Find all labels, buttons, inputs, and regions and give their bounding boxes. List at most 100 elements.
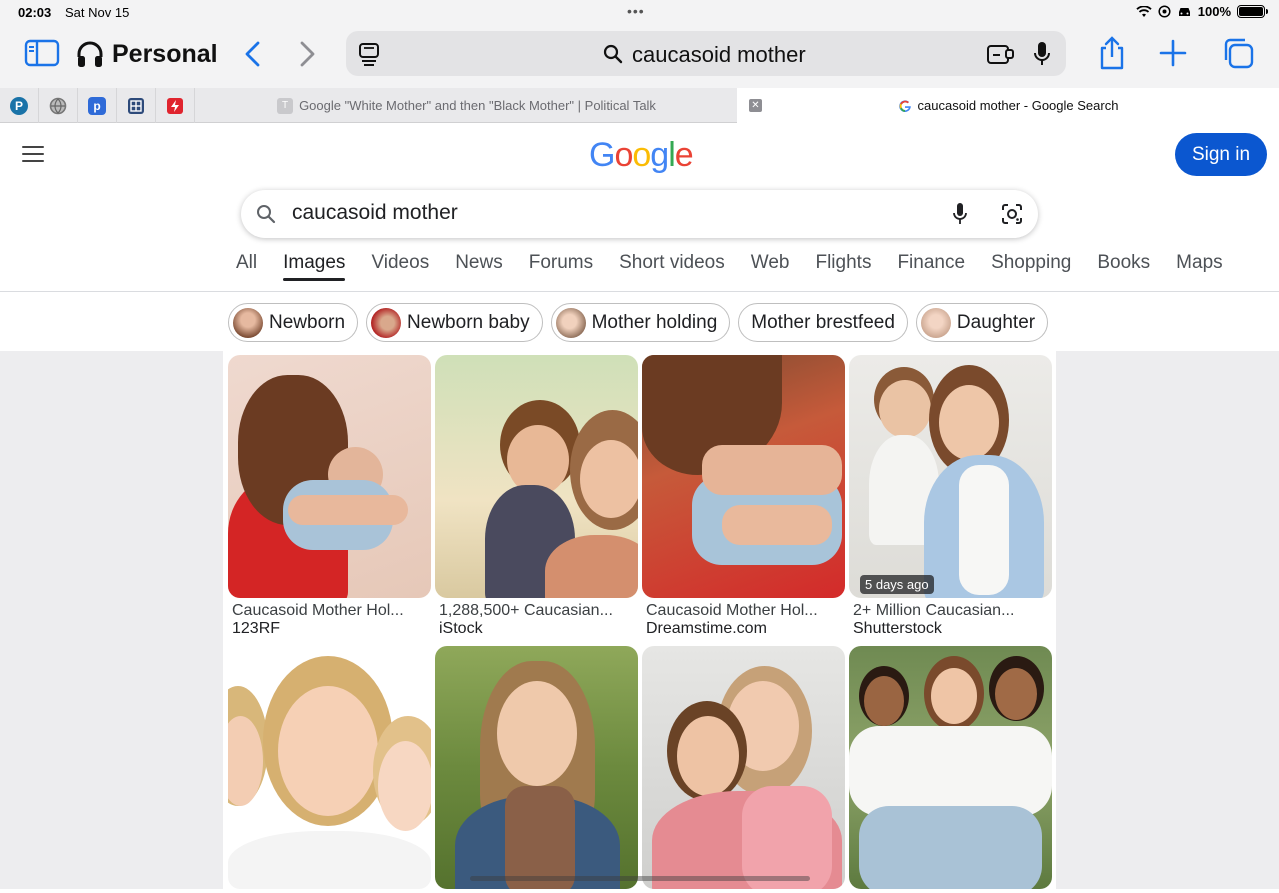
tab-shopping[interactable]: Shopping	[978, 252, 1084, 288]
result-source: Dreamstime.com	[646, 620, 767, 637]
chip-newborn[interactable]: Newborn	[228, 303, 359, 342]
tab-videos[interactable]: Videos	[358, 252, 442, 288]
chip-thumbnail	[920, 307, 951, 338]
chip-newborn-baby[interactable]: Newborn baby	[366, 303, 543, 342]
google-search-box[interactable]: caucasoid mother	[241, 190, 1038, 238]
flash-app-icon	[167, 97, 183, 114]
result-image[interactable]	[435, 646, 638, 889]
multitask-dots-icon[interactable]: •••	[627, 3, 645, 19]
wifi-icon	[1136, 5, 1152, 17]
globe-icon	[49, 97, 67, 114]
lens-search-icon[interactable]	[1001, 203, 1023, 225]
back-arrow-icon[interactable]	[240, 39, 266, 69]
chip-thumbnail	[555, 307, 586, 338]
browser-toolbar: Personal caucasoid mother	[0, 26, 1279, 88]
pinned-tab-p-round[interactable]: P	[0, 88, 39, 123]
tab-books[interactable]: Books	[1084, 252, 1163, 288]
tab-bar: P p T Google "White Mother" and then "Bl…	[0, 88, 1279, 123]
result-title: Caucasoid Mother Hol...	[232, 602, 404, 619]
tab-web[interactable]: Web	[738, 252, 803, 288]
tab-title: caucasoid mother - Google Search	[917, 98, 1119, 113]
tab-political-talk[interactable]: T Google "White Mother" and then "Black …	[196, 88, 737, 123]
chip-mother-holding[interactable]: Mother holding	[550, 303, 731, 342]
result-image[interactable]	[228, 646, 431, 889]
hamburger-menu-icon[interactable]	[22, 146, 44, 162]
pinned-tab-grid[interactable]	[117, 88, 156, 123]
battery-icon	[1237, 5, 1268, 18]
google-logo[interactable]: Google	[589, 136, 694, 175]
chip-mother-brestfeed[interactable]: Mother brestfeed	[738, 303, 908, 342]
image-result[interactable]	[435, 646, 638, 893]
search-type-tabs: All Images Videos News Forums Short vide…	[236, 252, 1236, 288]
pinned-tab-flash[interactable]	[156, 88, 195, 123]
chip-label: Newborn baby	[407, 311, 530, 333]
chip-thumbnail	[233, 307, 263, 338]
pinned-tab-globe[interactable]	[39, 88, 78, 123]
grid-app-icon	[128, 97, 144, 114]
share-icon[interactable]	[1096, 35, 1128, 71]
image-result[interactable]: 5 days ago 2+ Million Caucasian... Shutt…	[849, 355, 1052, 638]
image-result[interactable]: Caucasoid Mother Hol... Dreamstime.com	[642, 355, 845, 638]
sidebar-toggle-icon[interactable]	[24, 38, 60, 68]
result-image[interactable]	[435, 355, 638, 598]
address-bar[interactable]: caucasoid mother	[346, 31, 1066, 76]
result-image[interactable]	[642, 646, 845, 889]
car-icon	[1178, 7, 1190, 16]
tab-maps[interactable]: Maps	[1163, 252, 1235, 288]
tab-news[interactable]: News	[442, 252, 516, 288]
profile-name[interactable]: Personal	[112, 40, 218, 69]
image-result[interactable]	[642, 646, 845, 893]
reader-extension-icon[interactable]	[986, 41, 1016, 67]
forward-arrow-icon[interactable]	[294, 39, 320, 69]
tab-finance[interactable]: Finance	[884, 252, 978, 288]
result-image[interactable]	[849, 646, 1052, 889]
image-result[interactable]: Caucasoid Mother Hol... 123RF	[228, 355, 431, 638]
new-tab-plus-icon[interactable]	[1158, 38, 1188, 68]
close-tab-icon[interactable]: ✕	[749, 99, 762, 112]
image-result[interactable]	[228, 646, 431, 893]
headphones-profile-icon[interactable]	[74, 38, 106, 70]
result-badge: 5 days ago	[860, 575, 934, 594]
pinned-tab-p-square[interactable]: p	[78, 88, 117, 123]
tab-short-videos[interactable]: Short videos	[606, 252, 738, 288]
result-image[interactable]: 5 days ago	[849, 355, 1052, 598]
tab-forums[interactable]: Forums	[516, 252, 606, 288]
status-right: 100%	[1136, 4, 1268, 19]
result-source: iStock	[439, 620, 483, 637]
tab-flights[interactable]: Flights	[802, 252, 884, 288]
google-g-icon	[898, 99, 911, 112]
search-query-text[interactable]: caucasoid mother	[292, 201, 458, 225]
image-result[interactable]: 1,288,500+ Caucasian... iStock	[435, 355, 638, 638]
tab-favicon-t: T	[277, 97, 294, 114]
tab-title: Google "White Mother" and then "Black Mo…	[299, 98, 656, 113]
chip-label: Mother brestfeed	[751, 311, 895, 333]
search-icon	[257, 205, 276, 224]
tab-overview-icon[interactable]	[356, 40, 382, 68]
pinterest-icon: P	[10, 96, 28, 115]
status-time: 02:03	[18, 5, 52, 20]
status-date: Sat Nov 15	[65, 5, 130, 20]
voice-search-icon[interactable]	[952, 202, 968, 226]
chip-daughter[interactable]: Daughter	[915, 303, 1049, 342]
image-result[interactable]	[849, 646, 1052, 893]
tab-all[interactable]: All	[236, 252, 270, 288]
tab-google-search[interactable]: ✕ caucasoid mother - Google Search	[737, 88, 1279, 123]
result-title: 2+ Million Caucasian...	[853, 602, 1015, 619]
home-indicator[interactable]	[470, 876, 810, 881]
image-results-grid: Caucasoid Mother Hol... 123RF 1,288,500+…	[223, 351, 1056, 889]
status-bar: 02:03 Sat Nov 15 ••• 100%	[0, 0, 1279, 26]
chip-thumbnail	[371, 307, 402, 338]
tab-images[interactable]: Images	[270, 252, 358, 288]
result-image[interactable]	[642, 355, 845, 598]
battery-percent: 100%	[1197, 4, 1231, 19]
chip-label: Daughter	[956, 311, 1036, 333]
refinement-chips: Newborn Newborn baby Mother holding Moth…	[0, 292, 1279, 351]
url-text[interactable]: caucasoid mother	[632, 42, 806, 68]
result-image[interactable]	[228, 355, 431, 598]
result-title: Caucasoid Mother Hol...	[646, 602, 818, 619]
microphone-icon[interactable]	[1030, 39, 1054, 69]
sign-in-button[interactable]: Sign in	[1175, 133, 1267, 176]
result-source: Shutterstock	[853, 620, 942, 637]
tabs-overview-icon[interactable]	[1220, 36, 1256, 70]
chip-label: Newborn	[269, 311, 346, 333]
